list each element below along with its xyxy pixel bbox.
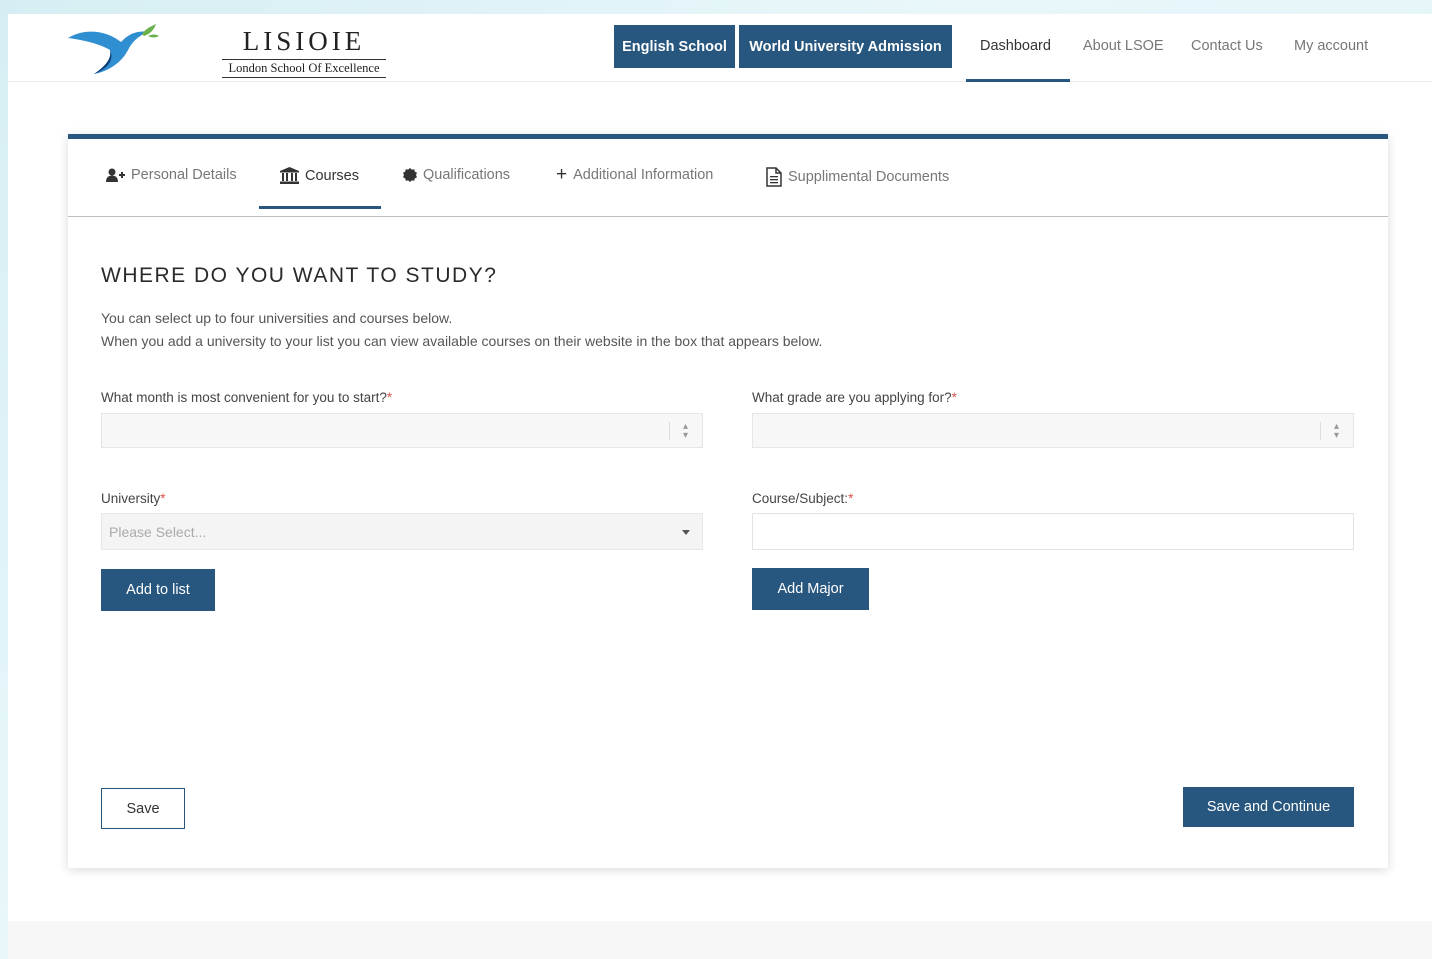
required-mark: * — [848, 491, 854, 506]
university-placeholder: Please Select... — [109, 524, 207, 540]
save-button[interactable]: Save — [101, 788, 185, 829]
intro-text-1: You can select up to four universities a… — [101, 310, 453, 326]
caret-down-icon — [682, 530, 690, 535]
grade-label: What grade are you applying for?* — [752, 390, 957, 405]
start-month-select[interactable]: ▴ ▾ — [101, 413, 703, 448]
nav-contact-us[interactable]: Contact Us — [1191, 38, 1263, 54]
sort-arrows-icon: ▴ ▾ — [1334, 421, 1340, 441]
tab-bar: Personal Details Courses Qualifications … — [68, 139, 1388, 217]
brand-title: LISIOIE — [242, 26, 366, 56]
grade-select[interactable]: ▴ ▾ — [752, 413, 1354, 448]
application-card: Personal Details Courses Qualifications … — [68, 134, 1388, 868]
month-label: What month is most convenient for you to… — [101, 390, 393, 405]
brand-subtitle: London School Of Excellence — [222, 59, 386, 78]
tab-supplimental-documents[interactable]: Supplimental Documents — [766, 167, 949, 187]
page: LISIOIE London School Of Excellence Engl… — [8, 14, 1432, 959]
required-mark: * — [951, 390, 957, 405]
plus-icon: + — [556, 164, 568, 185]
add-major-button[interactable]: Add Major — [752, 568, 869, 610]
nav-dashboard[interactable]: Dashboard — [980, 38, 1051, 54]
university-select[interactable]: Please Select... — [101, 513, 703, 550]
course-label: Course/Subject:* — [752, 491, 854, 506]
nav-my-account[interactable]: My account — [1294, 38, 1368, 54]
tab-label: Personal Details — [131, 167, 237, 183]
university-label: University* — [101, 491, 166, 506]
active-tab-indicator — [259, 206, 381, 209]
footer — [8, 921, 1432, 959]
required-mark: * — [160, 491, 166, 506]
add-to-list-button[interactable]: Add to list — [101, 569, 215, 611]
section-title: WHERE DO YOU WANT TO STUDY? — [101, 264, 498, 287]
tab-personal-details[interactable]: Personal Details — [106, 167, 237, 183]
logo[interactable]: LISIOIE London School Of Excellence — [66, 20, 386, 78]
sort-arrows-icon: ▴ ▾ — [683, 421, 689, 441]
document-icon — [766, 167, 782, 187]
tab-label: Qualifications — [423, 167, 511, 183]
english-school-button[interactable]: English School — [614, 25, 735, 68]
tab-label: Additional Information — [573, 167, 714, 183]
nav-about-lsoe[interactable]: About LSOE — [1083, 38, 1164, 54]
badge-icon — [403, 168, 417, 182]
save-and-continue-button[interactable]: Save and Continue — [1183, 787, 1354, 827]
world-university-admission-button[interactable]: World University Admission — [739, 25, 952, 68]
tab-label: Courses — [305, 167, 359, 184]
institution-icon — [280, 167, 299, 184]
intro-text-2: When you add a university to your list y… — [101, 333, 823, 349]
required-mark: * — [386, 390, 393, 405]
active-nav-indicator — [966, 79, 1070, 82]
tab-label: Supplimental Documents — [788, 169, 950, 185]
bird-logo-icon — [68, 24, 159, 74]
tab-courses[interactable]: Courses — [280, 167, 359, 184]
tab-additional-information[interactable]: + Additional Information — [556, 164, 714, 185]
course-subject-input[interactable] — [752, 513, 1354, 550]
tab-qualifications[interactable]: Qualifications — [403, 167, 510, 183]
header: LISIOIE London School Of Excellence Engl… — [8, 14, 1432, 82]
user-plus-icon — [106, 168, 125, 182]
